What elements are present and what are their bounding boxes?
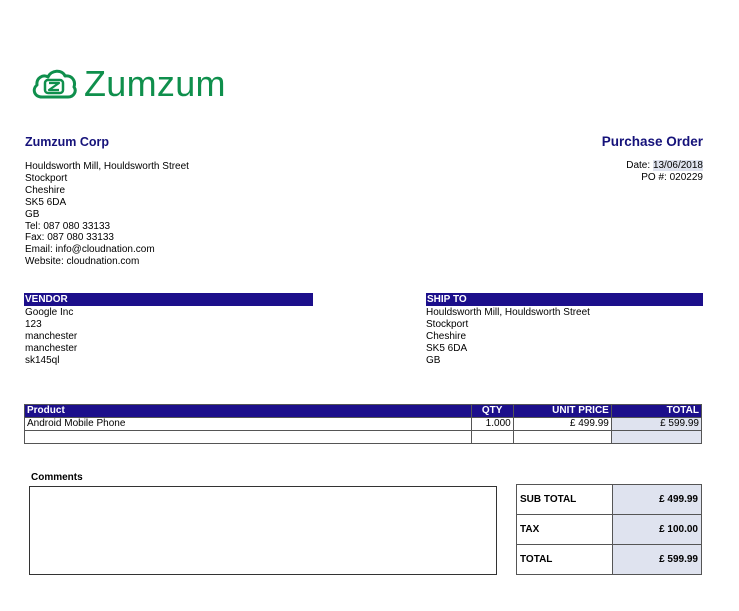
date-label: Date: [626, 160, 653, 171]
vendor-line: manchester [25, 342, 78, 354]
comments-label: Comments [31, 472, 83, 483]
ship-to-details: Houldsworth Mill, Houldsworth Street Sto… [426, 307, 590, 367]
table-header-row: Product QTY UNIT PRICE TOTAL [24, 404, 703, 418]
cloud-z-logo-icon [32, 69, 77, 99]
product-column-header: Product [24, 404, 472, 418]
unit-price-cell: £ 499.99 [512, 417, 612, 431]
email-line: Email: info@cloudnation.com [25, 244, 155, 256]
document-title: Purchase Order [601, 134, 703, 149]
ship-to-line: Houldsworth Mill, Houldsworth Street [426, 307, 590, 318]
total-cell [610, 430, 703, 444]
address-line: Houldsworth Mill, Houldsworth Street [25, 161, 189, 172]
ship-to-line: Stockport [426, 318, 469, 330]
total-label: TOTAL [515, 544, 614, 575]
product-cell [24, 430, 472, 444]
brand-logo: Zumzum [30, 62, 226, 106]
totals-table: SUB TOTAL £ 499.99 TAX £ 100.00 TOTAL £ … [515, 484, 702, 575]
sub-total-label: SUB TOTAL [515, 484, 614, 515]
address-line: SK5 6DA [25, 196, 67, 208]
sub-total-value: £ 499.99 [612, 484, 702, 515]
vendor-line: 123 [25, 318, 42, 330]
table-row: Android Mobile Phone 1.000 £ 499.99 £ 59… [24, 417, 703, 431]
ship-to-line: SK5 6DA [426, 342, 468, 354]
total-cell: £ 599.99 [610, 417, 703, 431]
po-row: PO #: 020229 [626, 172, 703, 184]
vendor-details: Google Inc 123 manchester manchester sk1… [25, 307, 77, 367]
address-line: GB [25, 208, 40, 220]
company-name: Zumzum Corp [25, 135, 110, 149]
fax-line: Fax: 087 080 33133 [25, 232, 114, 244]
qty-cell [470, 430, 514, 444]
date-row: Date: 13/06/2018 [626, 160, 703, 172]
unit-price-cell [512, 430, 612, 444]
vendor-line: manchester [25, 330, 78, 342]
product-cell: Android Mobile Phone [24, 417, 472, 431]
total-column-header: TOTAL [610, 404, 703, 418]
comments-box [29, 486, 497, 575]
po-value: 020229 [669, 171, 703, 183]
brand-name: Zumzum [84, 63, 226, 104]
ship-to-line: GB [426, 354, 441, 366]
vendor-line: sk145ql [25, 354, 60, 366]
line-items-table: Product QTY UNIT PRICE TOTAL Android Mob… [24, 404, 703, 444]
ship-to-line: Cheshire [426, 330, 467, 342]
company-address: Houldsworth Mill, Houldsworth Street Sto… [25, 161, 189, 268]
vendor-heading: VENDOR [24, 293, 313, 306]
qty-column-header: QTY [470, 404, 514, 418]
address-line: Stockport [25, 172, 68, 184]
vendor-line: Google Inc [25, 307, 74, 318]
ship-to-heading: SHIP TO [426, 293, 703, 306]
sub-total-row: SUB TOTAL £ 499.99 [515, 484, 702, 515]
total-value: £ 599.99 [612, 544, 702, 575]
table-row-empty [24, 430, 703, 444]
document-meta: Date: 13/06/2018 PO #: 020229 [626, 160, 703, 184]
tax-label: TAX [515, 514, 614, 545]
unit-price-column-header: UNIT PRICE [512, 404, 612, 418]
tax-row: TAX £ 100.00 [515, 514, 702, 545]
address-line: Cheshire [25, 184, 66, 196]
qty-cell: 1.000 [470, 417, 514, 431]
tax-value: £ 100.00 [612, 514, 702, 545]
date-value: 13/06/2018 [652, 160, 703, 171]
po-label: PO #: [641, 171, 670, 183]
website-line: Website: cloudnation.com [25, 256, 140, 268]
phone-line: Tel: 087 080 33133 [25, 220, 111, 232]
grand-total-row: TOTAL £ 599.99 [515, 544, 702, 575]
